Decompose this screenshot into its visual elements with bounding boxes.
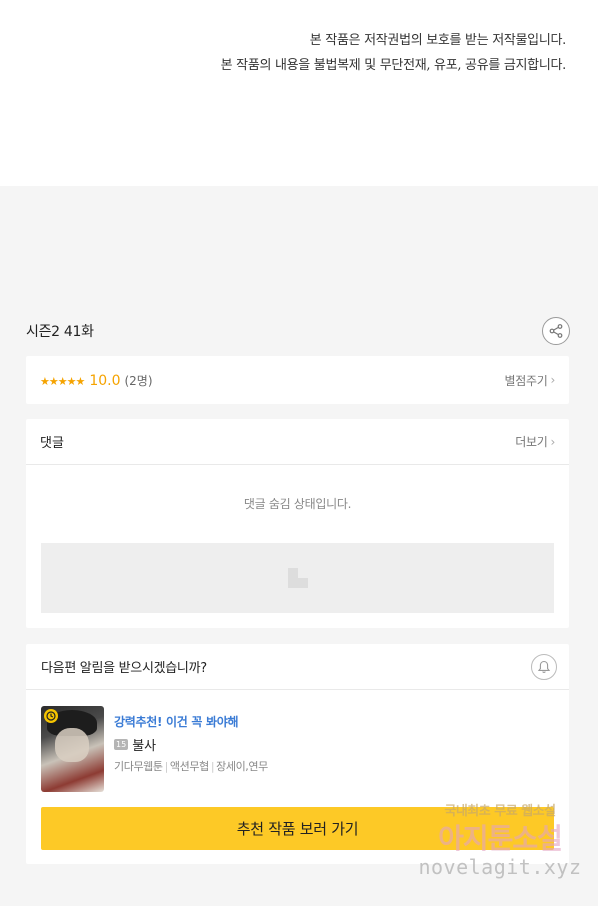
work-thumbnail[interactable] — [41, 706, 104, 792]
work-meta: 기다무웹툰 | 액션무협 | 장세이,연무 — [114, 758, 268, 774]
rating-score: 10.0 — [89, 372, 121, 389]
share-icon — [549, 324, 563, 338]
comments-hidden-message: 댓글 숨김 상태입니다. — [243, 497, 352, 511]
work-category: 기다무웹툰 — [114, 760, 163, 773]
notification-toggle-button[interactable] — [531, 653, 557, 680]
episode-header: 시즌2 41화 — [26, 316, 570, 346]
more-label: 더보기 — [515, 435, 548, 449]
clock-icon — [44, 709, 58, 723]
meta-separator: | — [164, 760, 169, 773]
alert-header: 다음편 알림을 받으시겠습니까? — [26, 644, 569, 690]
next-episode-alert-card: 다음편 알림을 받으시겠습니까? 강력추천! 이건 꼭 봐야해 15 불사 기다… — [26, 644, 569, 864]
share-button[interactable] — [542, 317, 570, 345]
chevron-right-icon: › — [550, 373, 556, 387]
rating-vote-count: (2명) — [124, 373, 153, 388]
recommendation-tag: 강력추천! 이건 꼭 봐야해 — [114, 715, 239, 729]
comments-title: 댓글 — [40, 436, 64, 451]
rating-stars: ★★★★★ — [40, 374, 85, 388]
rating-card: ★★★★★ 10.0 (2명) 별점주기 › — [26, 356, 569, 404]
work-info: 강력추천! 이건 꼭 봐야해 15 불사 기다무웹툰 | 액션무협 | 장세이,연무 — [114, 706, 268, 792]
copyright-notice: 본 작품은 저작권법의 보호를 받는 저작물입니다. 본 작품의 내용을 불법복… — [0, 0, 598, 186]
work-title-row: 15 불사 — [114, 735, 268, 754]
episode-title: 시즌2 41화 — [26, 324, 94, 340]
alert-question: 다음편 알림을 받으시겠습니까? — [41, 661, 207, 676]
rate-label: 별점주기 — [504, 373, 548, 388]
work-authors: 장세이,연무 — [216, 760, 268, 773]
ad-placeholder[interactable] — [41, 543, 554, 613]
chevron-right-icon: › — [550, 434, 556, 449]
comments-header: 댓글 더보기 › — [26, 419, 569, 465]
bell-icon — [537, 660, 551, 673]
work-genre: 액션무협 — [169, 760, 209, 773]
work-title: 불사 — [132, 739, 157, 754]
comments-more-button[interactable]: 더보기 › — [515, 433, 555, 450]
meta-separator: | — [210, 760, 215, 773]
recommended-work[interactable]: 강력추천! 이건 꼭 봐야해 15 불사 기다무웹툰 | 액션무협 | 장세이,연무 — [41, 706, 268, 792]
ad-placeholder-icon — [287, 568, 308, 588]
age-rating-badge: 15 — [114, 739, 129, 750]
rate-button[interactable]: 별점주기 › — [504, 372, 556, 389]
copyright-line-2: 본 작품의 내용을 불법복제 및 무단전재, 유포, 공유를 금지합니다. — [220, 58, 567, 73]
comments-card: 댓글 더보기 › 댓글 숨김 상태입니다. — [26, 419, 569, 628]
view-recommended-button[interactable]: 추천 작품 보러 가기 — [41, 807, 554, 850]
copyright-line-1: 본 작품은 저작권법의 보호를 받는 저작물입니다. — [309, 33, 567, 48]
